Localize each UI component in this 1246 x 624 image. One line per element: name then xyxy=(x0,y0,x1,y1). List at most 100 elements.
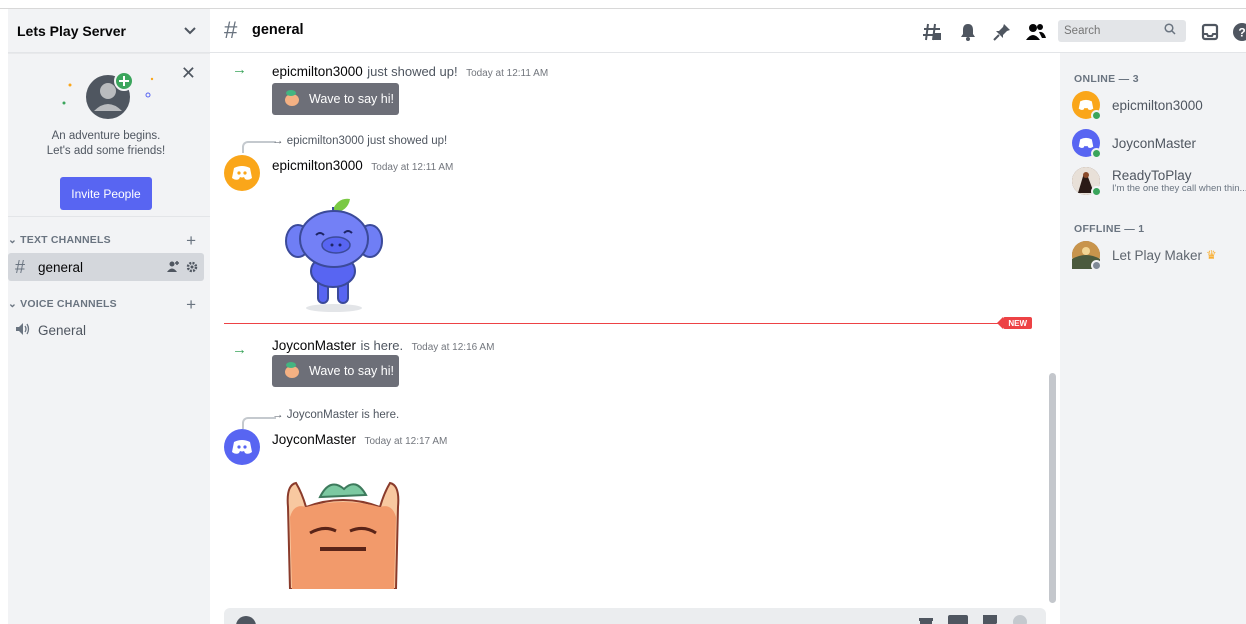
message-list: → epicmilton3000 just showed up! Today a… xyxy=(210,53,1046,624)
channel-title: general xyxy=(252,22,304,38)
voice-channel-general[interactable]: General xyxy=(8,316,204,344)
member-list: ONLINE — 3 epicmilton3000 JoyconMaster R… xyxy=(1060,53,1246,624)
voice-channels-category[interactable]: ⌄ VOICE CHANNELS + xyxy=(8,295,210,313)
message-header: epicmilton3000 Today at 12:11 AM xyxy=(272,157,453,175)
avatar xyxy=(1072,241,1102,271)
server-header[interactable]: Lets Play Server xyxy=(8,9,210,53)
member-epicmilton3000[interactable]: epicmilton3000 xyxy=(1072,85,1246,125)
channel-sidebar: Lets Play Server ✕ An adventure begins. … xyxy=(8,9,210,624)
timestamp: Today at 12:11 AM xyxy=(466,68,549,79)
sticker-icon[interactable] xyxy=(982,614,998,624)
invite-member-icon[interactable] xyxy=(167,260,180,278)
join-line: epicmilton3000 just showed up! Today at … xyxy=(272,63,548,81)
text-channels-category[interactable]: ⌄ TEXT CHANNELS + xyxy=(8,231,210,249)
username[interactable]: JoyconMaster xyxy=(272,432,356,447)
channel-tools xyxy=(167,260,198,278)
member-readytoplay[interactable]: ReadyToPlay I'm the one they call when t… xyxy=(1072,161,1246,201)
threads-icon[interactable] xyxy=(922,22,942,42)
avatar[interactable] xyxy=(224,429,260,465)
emoji-icon[interactable] xyxy=(1012,614,1028,624)
wave-button[interactable]: Wave to say hi! xyxy=(272,83,399,115)
gif-icon[interactable] xyxy=(948,615,968,624)
wave-button-label: Wave to say hi! xyxy=(309,364,394,378)
speaker-icon xyxy=(15,320,35,341)
timestamp: Today at 12:16 AM xyxy=(411,342,495,353)
category-chevron-icon: ⌄ xyxy=(8,234,17,246)
join-text: is here. xyxy=(360,338,404,353)
reply-preview[interactable]: → epicmilton3000 just showed up! xyxy=(272,135,447,147)
offline-status-icon xyxy=(1091,260,1102,271)
offline-category: OFFLINE — 1 xyxy=(1074,223,1145,235)
wave-button[interactable]: Wave to say hi! xyxy=(272,355,399,387)
gift-icon[interactable] xyxy=(918,614,934,624)
help-icon[interactable]: ? xyxy=(1232,22,1246,42)
invite-illustration xyxy=(52,65,162,125)
discord-window: Lets Play Server ✕ An adventure begins. … xyxy=(0,0,1246,624)
wave-sticker-icon xyxy=(282,89,302,110)
online-status-icon xyxy=(1091,110,1102,121)
system-join-message: → epicmilton3000 just showed up! Today a… xyxy=(210,53,1046,121)
online-status-icon xyxy=(1091,148,1102,159)
scrollbar-thumb[interactable] xyxy=(1049,373,1056,603)
system-join-message: → JoyconMaster is here. Today at 12:16 A… xyxy=(210,333,1046,393)
join-arrow-icon: → xyxy=(232,341,247,358)
message-scrollbar[interactable] xyxy=(1046,53,1060,624)
channel-general[interactable]: # general xyxy=(8,253,204,281)
join-arrow-icon: → xyxy=(232,61,247,78)
message-epicmilton3000: → epicmilton3000 just showed up! epicmil… xyxy=(210,131,1046,313)
reply-user: epicmilton3000 xyxy=(286,135,365,147)
new-messages-divider: NEW xyxy=(224,317,1032,329)
avatar[interactable] xyxy=(224,155,260,191)
invite-text: An adventure begins. Let's add some frie… xyxy=(8,129,204,159)
avatar xyxy=(1072,167,1102,197)
message-composer[interactable] xyxy=(224,608,1046,624)
username[interactable]: epicmilton3000 xyxy=(272,158,363,173)
search-box[interactable] xyxy=(1058,20,1186,42)
upload-plus-icon[interactable] xyxy=(236,616,256,624)
members-icon[interactable] xyxy=(1025,22,1046,42)
channel-name: general xyxy=(38,259,84,275)
add-text-channel-icon[interactable]: + xyxy=(186,232,196,249)
wumpus-sticker[interactable] xyxy=(282,193,392,318)
svg-text:?: ? xyxy=(1238,26,1245,40)
search-input[interactable] xyxy=(1064,25,1164,37)
member-name: JoyconMaster xyxy=(1112,135,1197,151)
username[interactable]: JoyconMaster xyxy=(272,338,356,353)
close-icon[interactable]: ✕ xyxy=(181,63,196,84)
avatar xyxy=(1072,129,1102,159)
timestamp: Today at 12:17 AM xyxy=(364,436,448,447)
bell-icon[interactable] xyxy=(958,22,978,42)
reply-preview[interactable]: → JoyconMaster is here. xyxy=(272,409,399,421)
new-badge: NEW xyxy=(997,317,1032,329)
member-let-play-maker[interactable]: Let Play Maker ♛ xyxy=(1072,235,1246,275)
discord-logo-icon xyxy=(1078,99,1094,110)
discord-logo-icon xyxy=(232,166,252,180)
text-channels-label-text: TEXT CHANNELS xyxy=(20,234,111,246)
settings-gear-icon[interactable] xyxy=(186,260,198,278)
hash-icon: # xyxy=(15,256,26,277)
reply-arrow-icon: → xyxy=(272,409,284,421)
discord-logo-icon xyxy=(232,440,252,454)
crown-icon: ♛ xyxy=(1206,248,1217,262)
avatar xyxy=(1072,91,1102,121)
text-channels-label: ⌄ TEXT CHANNELS xyxy=(8,234,111,246)
add-voice-channel-icon[interactable]: + xyxy=(186,296,196,313)
pin-icon[interactable] xyxy=(992,22,1012,42)
timestamp: Today at 12:11 AM xyxy=(371,162,454,173)
chevron-down-icon[interactable] xyxy=(182,23,198,39)
message-header: JoyconMaster Today at 12:17 AM xyxy=(272,431,447,449)
join-line: JoyconMaster is here. Today at 12:16 AM xyxy=(272,337,494,355)
username[interactable]: epicmilton3000 xyxy=(272,64,363,79)
reply-connector xyxy=(242,417,276,429)
chat-header: # general ? xyxy=(210,9,1246,53)
member-joyconmaster[interactable]: JoyconMaster xyxy=(1072,123,1246,163)
invite-people-button[interactable]: Invite People xyxy=(60,177,152,210)
inbox-icon[interactable] xyxy=(1200,22,1220,42)
member-info: ReadyToPlay I'm the one they call when t… xyxy=(1100,168,1246,194)
invite-line-2: Let's add some friends! xyxy=(46,145,166,157)
category-chevron-icon: ⌄ xyxy=(8,298,17,310)
reply-connector xyxy=(242,141,276,153)
invite-line-1: An adventure begins. xyxy=(51,130,161,142)
reply-arrow-icon: → xyxy=(272,135,284,147)
peach-sticker[interactable] xyxy=(280,477,406,594)
